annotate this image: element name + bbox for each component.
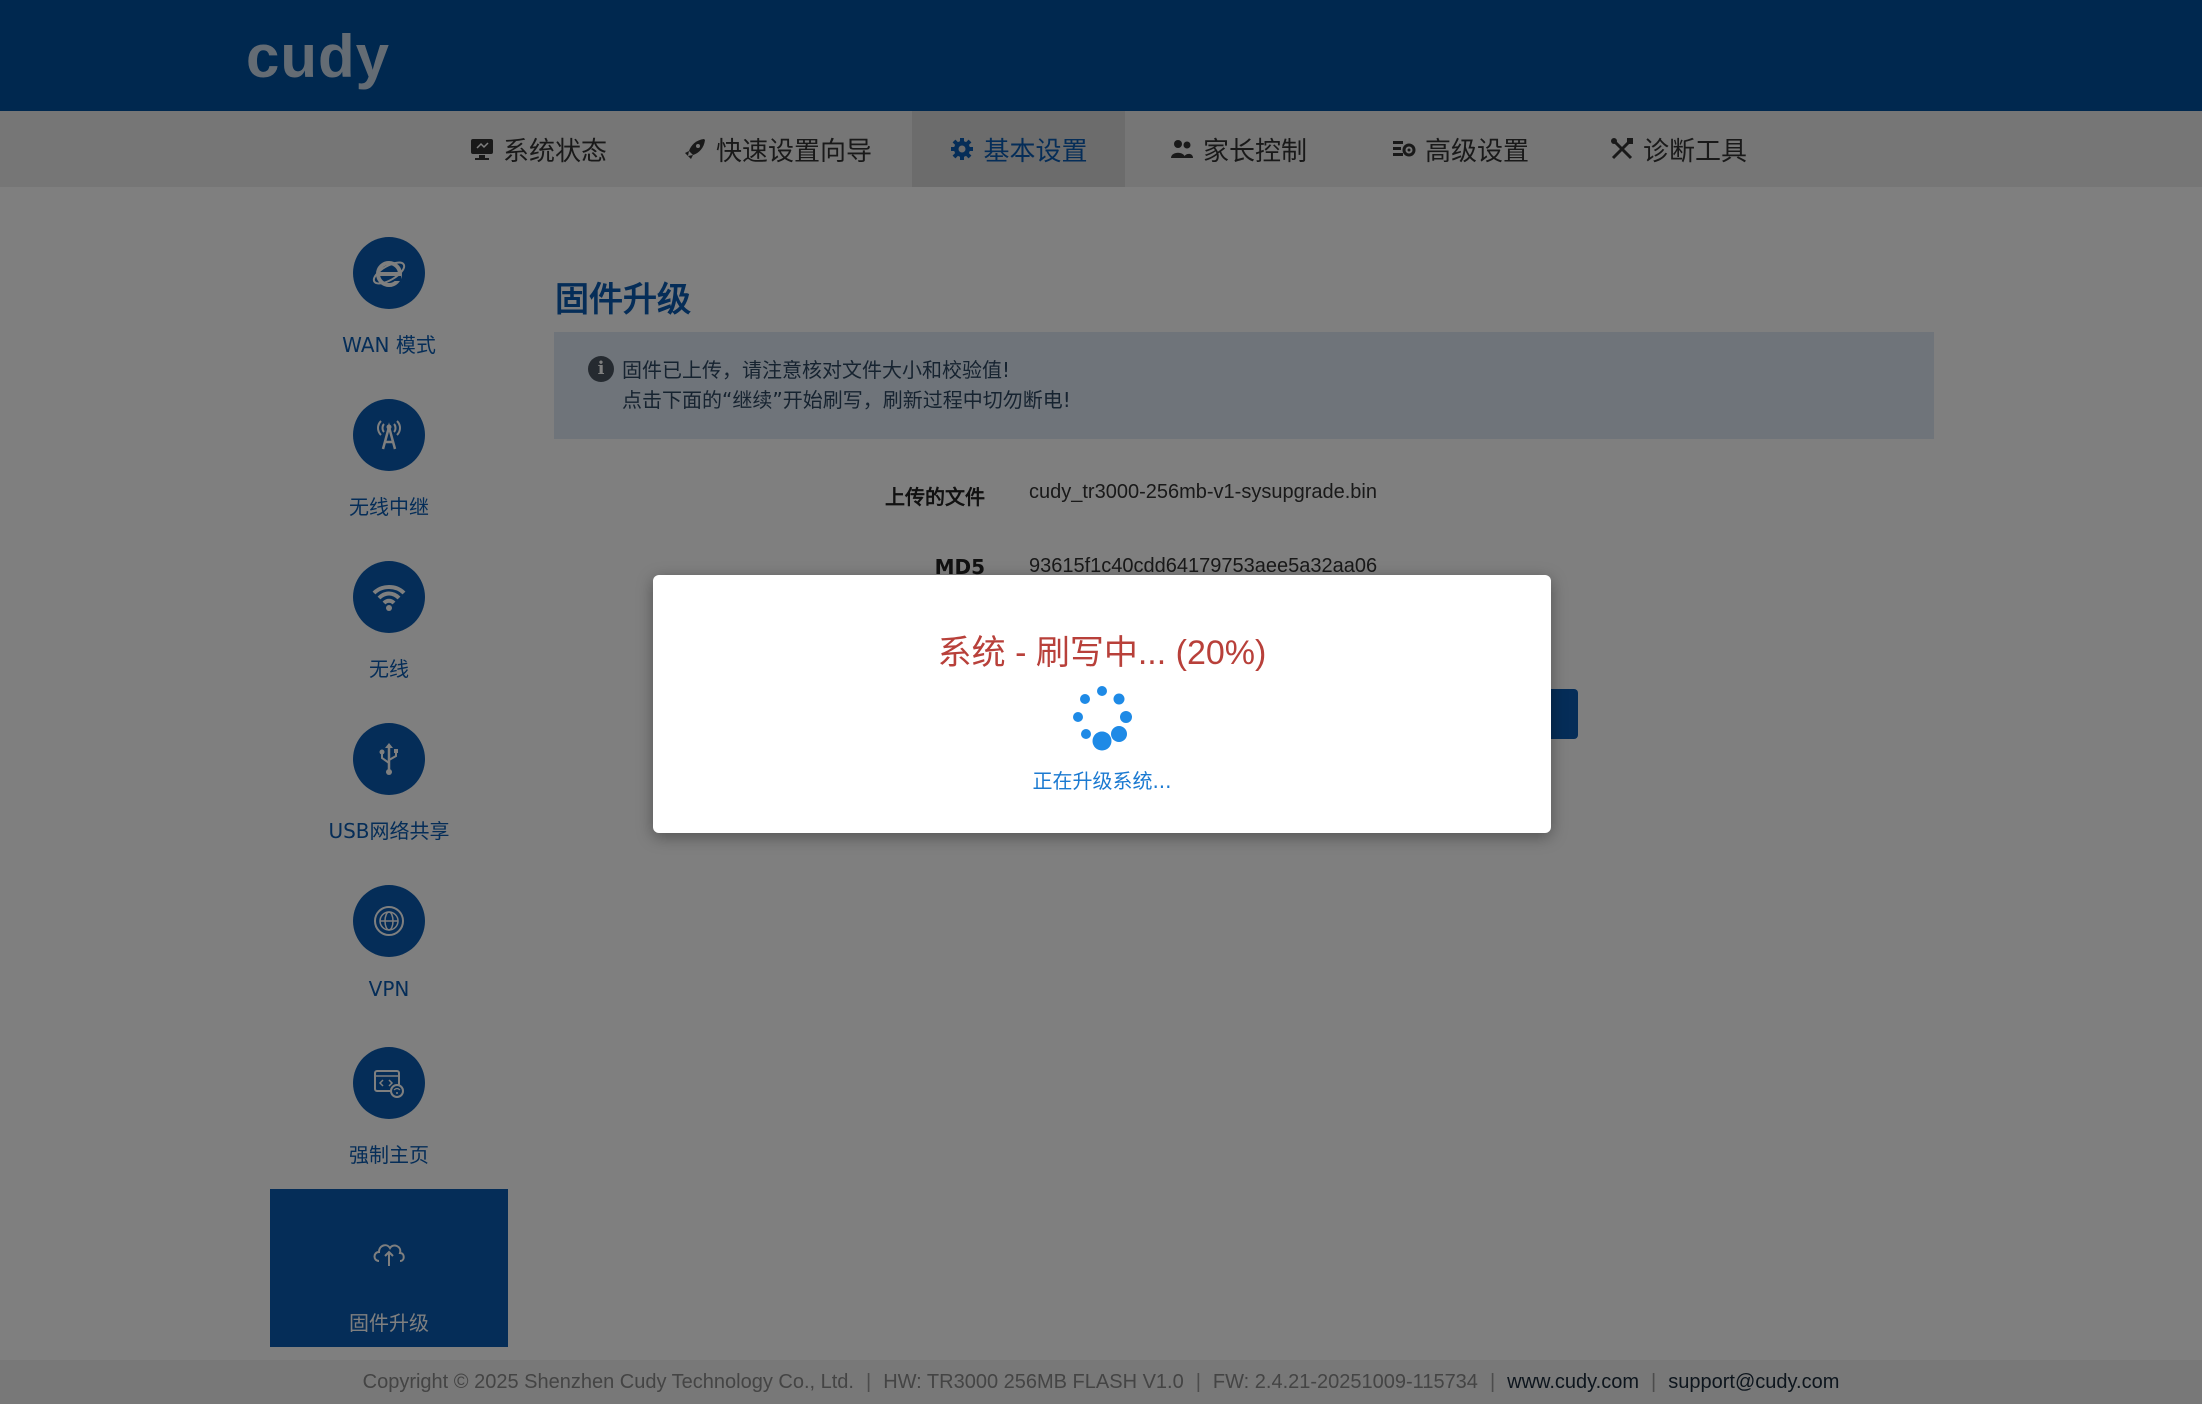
- loading-spinner-icon: [1073, 686, 1132, 751]
- flashing-progress-modal: 系统 - 刷写中... (20%) 正在升级系统...: [653, 575, 1551, 833]
- modal-status-text: 正在升级系统...: [1032, 769, 1172, 793]
- modal-title: 系统 - 刷写中... (20%): [937, 634, 1267, 672]
